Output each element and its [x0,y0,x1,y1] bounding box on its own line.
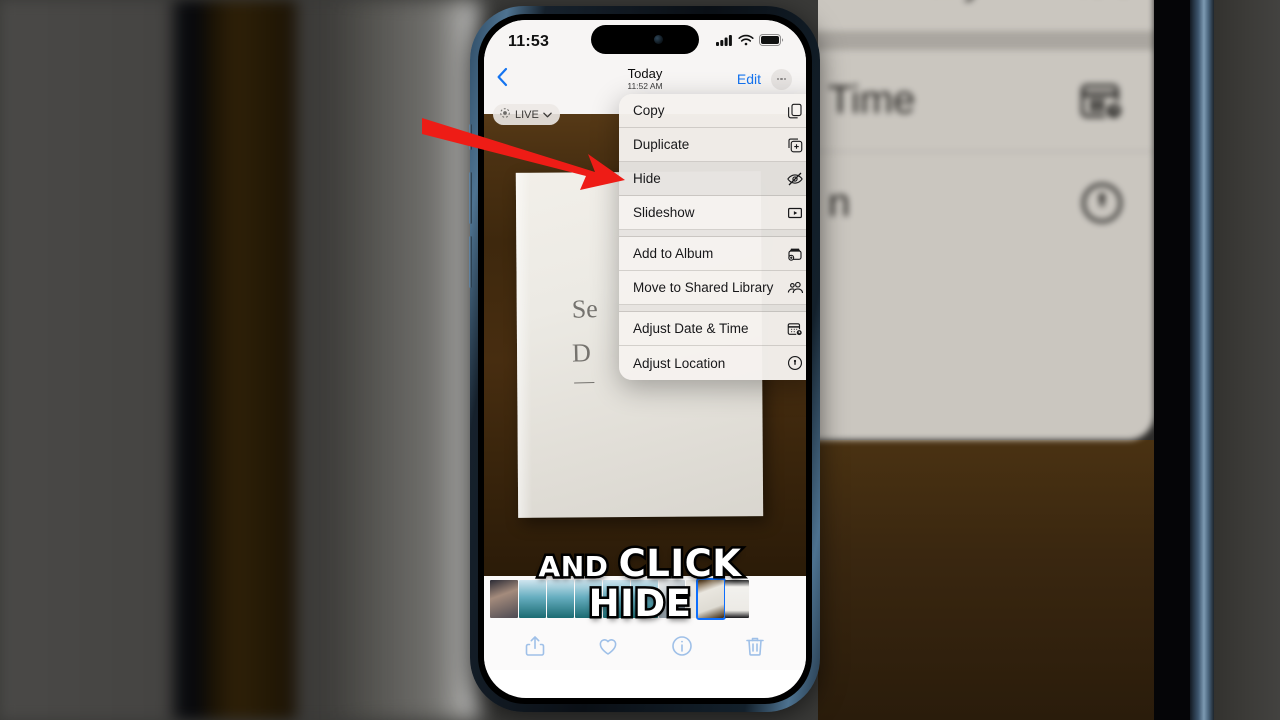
context-menu-label: Copy [633,103,665,118]
photo-viewer[interactable]: LIVE Se D — Copy Duplicate Hide Slidesho… [484,94,806,576]
shared-library-people-icon [1074,0,1130,9]
thumbnail-item-selected[interactable] [696,578,726,620]
context-menu-label: Adjust Date & Time [633,321,749,336]
context-menu[interactable]: Copy Duplicate Hide Slideshow Add to Alb… [619,94,806,380]
context-menu-label: Add to Album [633,246,714,261]
phone-bezel: 11:53 Today 11:52 AM Edit LIVE Se D — Co… [478,14,812,704]
front-camera-icon [653,35,663,44]
context-menu-label: Move to Shared Library [633,280,774,295]
thumbnail-item[interactable] [519,580,546,618]
status-bar-time: 11:53 [508,33,550,50]
background-menu-row: n [818,152,1154,254]
copy-icon [785,101,805,121]
background-phone-edge [1190,0,1214,720]
slideshow-play-icon [785,203,805,223]
background-left-glow [330,0,480,720]
background-wood [818,440,1158,720]
background-menu-separator [818,32,1154,50]
context-menu-label: Duplicate [633,137,690,152]
live-photo-icon [499,107,511,122]
location-pin-circle-icon [785,353,805,373]
background-menu-label: d Library [828,0,984,3]
cellular-bars-icon [716,33,733,51]
status-bar: 11:53 [484,20,806,60]
photo-toolbar[interactable] [484,622,806,670]
info-circle-icon[interactable] [670,634,694,658]
background-menu-label: n [828,180,851,225]
volume-up-button[interactable] [469,172,472,224]
phone-screen: 11:53 Today 11:52 AM Edit LIVE Se D — Co… [484,20,806,698]
iphone-device: 11:53 Today 11:52 AM Edit LIVE Se D — Co… [469,6,820,712]
background-right-wall [1214,0,1280,720]
chevron-left-icon[interactable] [496,67,508,91]
context-menu-item-hide[interactable]: Hide [619,162,806,196]
share-icon[interactable] [523,634,547,658]
context-menu-label: Adjust Location [633,355,726,371]
eye-slash-icon [785,169,805,189]
context-menu-item-move-to-shared-library[interactable]: Move to Shared Library [619,271,806,305]
context-menu-group-separator [619,305,806,312]
thumbnail-item[interactable] [547,580,574,618]
context-menu-item-adjust-date-time[interactable]: Adjust Date & Time [619,312,806,346]
background-menu-panel: d Library Time [818,0,1154,440]
calendar-clock-icon [785,319,805,339]
context-menu-label: Slideshow [633,205,695,220]
thumbnail-item[interactable] [603,580,630,618]
background-right-zoomed-menu: d Library Time [818,0,1280,720]
live-photo-badge[interactable]: LIVE [493,104,560,125]
context-menu-item-adjust-location[interactable]: Adjust Location [619,346,806,380]
dot [780,77,783,81]
background-menu-label: Time [828,78,916,122]
handwriting-line-2: D [571,338,592,368]
chevron-down-icon [543,109,552,121]
thumbnail-item[interactable] [686,580,697,618]
live-photo-label: LIVE [515,108,539,121]
thumbnail-item[interactable] [725,580,749,618]
dot [784,77,787,81]
shared-library-people-icon [785,278,805,298]
navigation-bar: Today 11:52 AM Edit [484,60,806,98]
context-menu-item-add-to-album[interactable]: Add to Album [619,237,806,271]
volume-down-button[interactable] [469,236,472,288]
thumbnail-item[interactable] [659,580,685,618]
context-menu-item-copy[interactable]: Copy [619,94,806,128]
background-menu-row: d Library [818,0,1154,32]
location-pin-circle-icon [1074,175,1130,231]
dot [776,77,779,81]
duplicate-icon [785,135,805,155]
background-menu-row: Time [818,50,1154,152]
edit-button[interactable]: Edit [737,71,761,87]
context-menu-group-separator [619,230,806,237]
add-to-album-icon [785,244,805,264]
ellipsis-circle-icon[interactable] [771,68,792,90]
dynamic-island [591,25,699,54]
thumbnail-item[interactable] [490,580,518,618]
screenshot-stage: d Library Time [0,0,1280,720]
background-phone-bezel [1154,0,1194,720]
mute-switch[interactable] [469,124,472,150]
context-menu-item-duplicate[interactable]: Duplicate [619,128,806,162]
thumbnail-item[interactable] [575,580,602,618]
trash-icon[interactable] [743,634,767,658]
wifi-icon [738,33,754,51]
calendar-clock-icon [1074,73,1130,129]
thumbnail-strip[interactable] [484,576,806,622]
context-menu-label: Hide [633,171,661,186]
battery-icon [759,33,784,51]
thumbnail-item[interactable] [631,580,658,618]
handwriting-line-1: Se [571,294,599,324]
handwriting-underline: — [573,370,595,393]
heart-icon[interactable] [596,634,620,658]
context-menu-item-slideshow[interactable]: Slideshow [619,196,806,230]
